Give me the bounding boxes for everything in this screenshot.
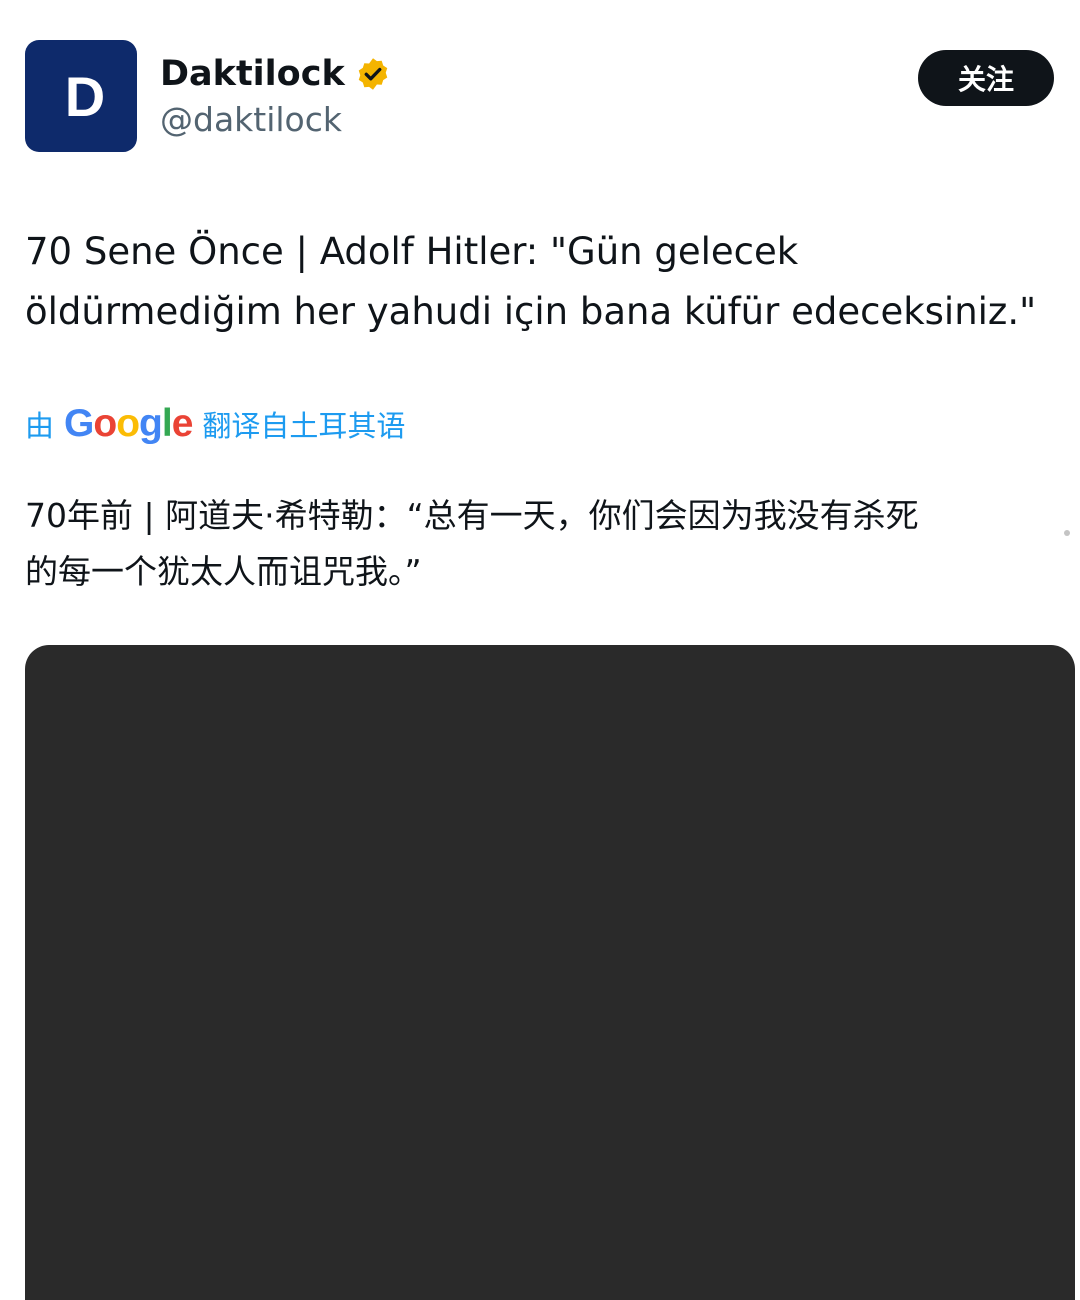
tweet-card: D Daktilock @daktilock 关注 70 Sene Önce |… xyxy=(0,0,1080,1300)
follow-button[interactable]: 关注 xyxy=(918,50,1054,106)
author-display-name[interactable]: Daktilock xyxy=(160,54,345,94)
daktilock-logo-icon: D xyxy=(64,64,106,128)
scroll-indicator xyxy=(1064,530,1070,536)
translation-suffix: 翻译自土耳其语 xyxy=(202,409,406,443)
translated-text: 70年前 | 阿道夫·希特勒：“总有一天，你们会因为我没有杀死 的每一个犹太人而… xyxy=(25,496,919,591)
tweet-media[interactable] xyxy=(25,645,1075,1300)
google-logo-icon: Google xyxy=(64,402,193,445)
tweet-text: 70 Sene Önce | Adolf Hitler: "Gün gelece… xyxy=(25,230,1037,333)
translation-prefix: 由 xyxy=(25,409,55,443)
author-handle[interactable]: @daktilock xyxy=(160,100,342,139)
translation-attribution[interactable]: 由 Google 翻译自土耳其语 xyxy=(25,402,405,446)
author-name-row: Daktilock xyxy=(160,54,391,94)
avatar[interactable]: D xyxy=(25,40,137,152)
verified-badge-icon xyxy=(358,58,387,90)
